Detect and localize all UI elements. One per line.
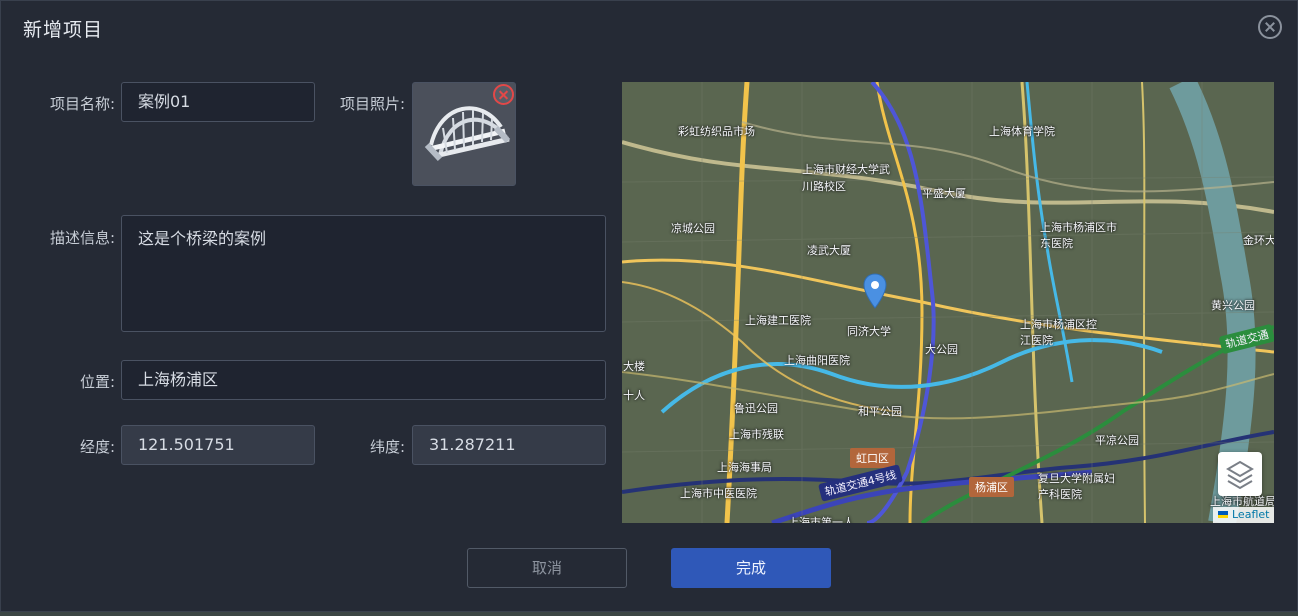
map-poi: 上海市中医医院 — [680, 487, 757, 500]
done-button[interactable]: 完成 — [671, 548, 831, 588]
map-poi: 上海曲阳医院 — [784, 354, 850, 367]
dialog-title: 新增项目 — [23, 19, 104, 41]
map-poi: 十人 — [623, 389, 645, 402]
map-poi: 凌武大厦 — [807, 244, 851, 257]
remove-photo-icon[interactable] — [493, 84, 514, 105]
background-strip — [0, 612, 1298, 616]
location-input[interactable]: 上海杨浦区 — [121, 360, 606, 400]
project-name-input[interactable]: 案例01 — [121, 82, 315, 122]
district-label: 虹口区 — [850, 448, 895, 468]
description-label: 描述信息: — [49, 229, 115, 247]
map-poi: 平盛大厦 — [922, 187, 966, 200]
district-label: 杨浦区 — [969, 477, 1014, 497]
map-poi: 上海市第一人 — [788, 516, 854, 523]
close-circle-icon[interactable] — [1258, 15, 1282, 39]
layers-icon[interactable] — [1218, 452, 1262, 496]
map-poi: 复旦大学附属妇产科医院 — [1038, 472, 1115, 501]
map-poi: 和平公园 — [858, 405, 902, 418]
map-poi: 金环大 — [1243, 234, 1274, 247]
map-poi: 上海市残联 — [729, 428, 784, 441]
new-project-dialog: 新增项目 项目名称: 案例01 项目照片: 描述信息: 这是个桥梁的案例 位置:… — [0, 0, 1298, 612]
cancel-button[interactable]: 取消 — [467, 548, 627, 588]
map-poi: 同济大学 — [847, 325, 891, 338]
latitude-label: 纬度: — [369, 438, 405, 456]
map-attribution[interactable]: Leaflet — [1213, 507, 1275, 523]
location-map[interactable]: 彩虹纺织品市场 上海体育学院 上海市财经大学武川路校区 平盛大厦 凉城公园 凌武… — [622, 82, 1274, 523]
layers-icon — [1226, 460, 1254, 490]
map-poi: 上海建工医院 — [745, 314, 811, 327]
latitude-field: 31.287211 — [412, 425, 606, 465]
map-poi: 大公园 — [925, 343, 958, 356]
map-poi: 凉城公园 — [671, 222, 715, 235]
map-poi: 上海海事局 — [717, 461, 772, 474]
map-poi: 上海体育学院 — [989, 125, 1055, 138]
longitude-label: 经度: — [79, 438, 115, 456]
map-poi: 上海市杨浦区控江医院 — [1020, 318, 1097, 347]
description-textarea[interactable]: 这是个桥梁的案例 — [121, 215, 606, 332]
longitude-field: 121.501751 — [121, 425, 315, 465]
map-poi: 鲁迅公园 — [734, 402, 778, 415]
project-name-label: 项目名称: — [49, 95, 115, 113]
map-poi: 大楼 — [623, 360, 645, 373]
leaflet-attribution-text[interactable]: Leaflet — [1232, 508, 1269, 521]
map-poi: 上海市财经大学武川路校区 — [802, 163, 890, 193]
map-poi: 彩虹纺织品市场 — [678, 125, 755, 138]
location-label: 位置: — [79, 373, 115, 391]
map-poi: 黄兴公园 — [1211, 299, 1255, 312]
flag-icon — [1218, 511, 1228, 518]
map-poi: 上海市杨浦区市东医院 — [1040, 221, 1117, 250]
satellite-map-background — [622, 82, 1274, 523]
map-poi: 平凉公园 — [1095, 434, 1139, 447]
project-photo-label: 项目照片: — [339, 95, 405, 113]
location-marker-icon[interactable] — [863, 273, 887, 309]
